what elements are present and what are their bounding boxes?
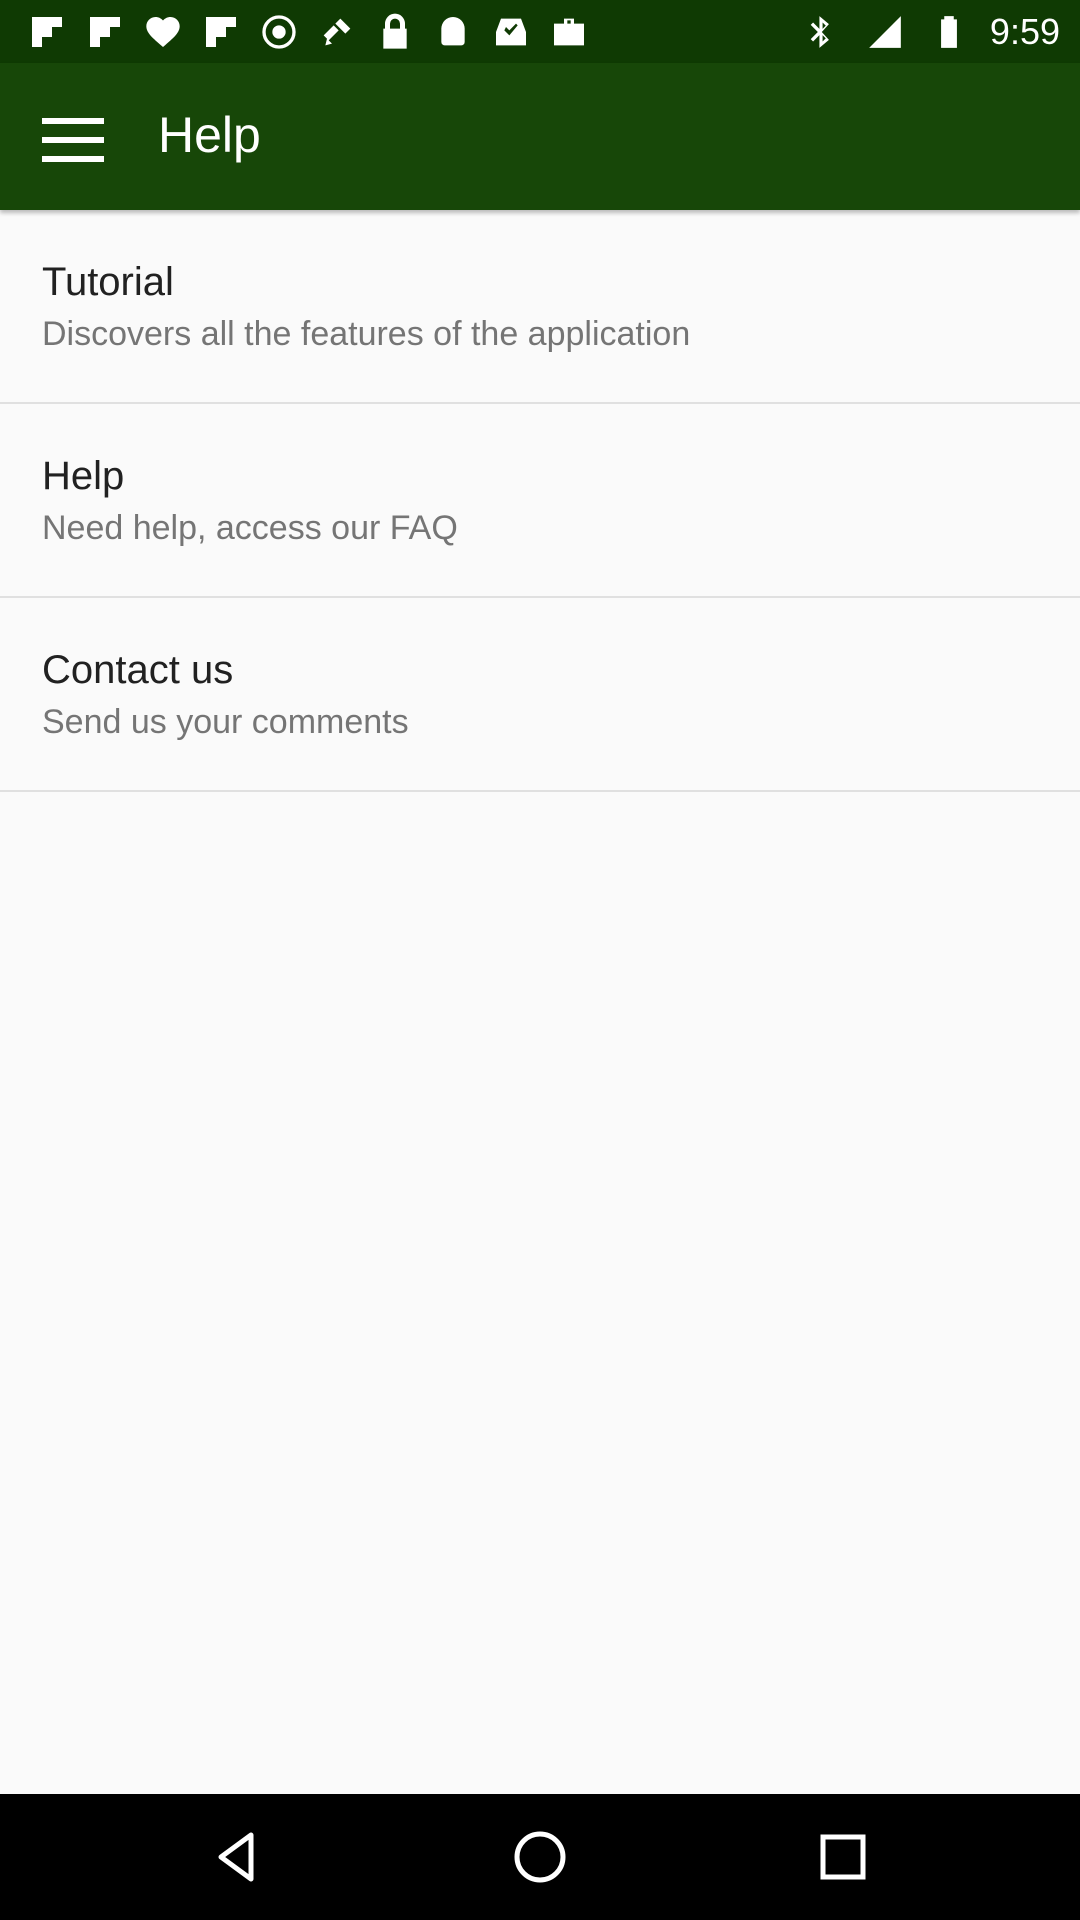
list-item-subtitle: Send us your comments [42,703,409,741]
inbox-icon [488,9,534,55]
list-item-title: Contact us [42,648,234,692]
home-icon [514,1831,566,1883]
lock-icon [372,9,418,55]
list-item-subtitle: Discovers all the features of the applic… [42,315,691,353]
back-icon [218,1832,254,1882]
system-status: 9:59 [798,0,1060,63]
menu-button[interactable] [36,103,110,177]
fake-gps-icon [314,9,360,55]
back-button[interactable] [192,1814,282,1900]
battery-icon [926,9,972,55]
page-title: Help [158,107,261,163]
gps-icon [256,9,302,55]
bluetooth-icon [798,9,844,55]
app-bar: Help [0,63,1080,210]
android-icon [430,9,476,55]
list-item-tutorial[interactable]: Tutorial Discovers all the features of t… [0,210,1080,404]
status-bar: 9:59 [0,0,1080,63]
signal-icon [862,9,908,55]
list-item-title: Tutorial [42,260,174,304]
recents-button[interactable] [798,1814,888,1900]
menu-icon [42,118,104,162]
notification-icons [24,0,592,63]
flipboard-icon [82,9,128,55]
list-item-help[interactable]: Help Need help, access our FAQ [0,404,1080,598]
flipboard-icon [24,9,70,55]
list-item-contact-us[interactable]: Contact us Send us your comments [0,598,1080,792]
iheart-icon [140,9,186,55]
help-options-list: Tutorial Discovers all the features of t… [0,210,1080,792]
recents-icon [820,1834,866,1880]
briefcase-icon [546,9,592,55]
status-time: 9:59 [989,10,1060,52]
list-item-subtitle: Need help, access our FAQ [42,509,458,547]
flipboard-icon [198,9,244,55]
list-item-title: Help [42,454,125,498]
navigation-bar [0,1794,1080,1920]
home-button[interactable] [495,1814,585,1900]
